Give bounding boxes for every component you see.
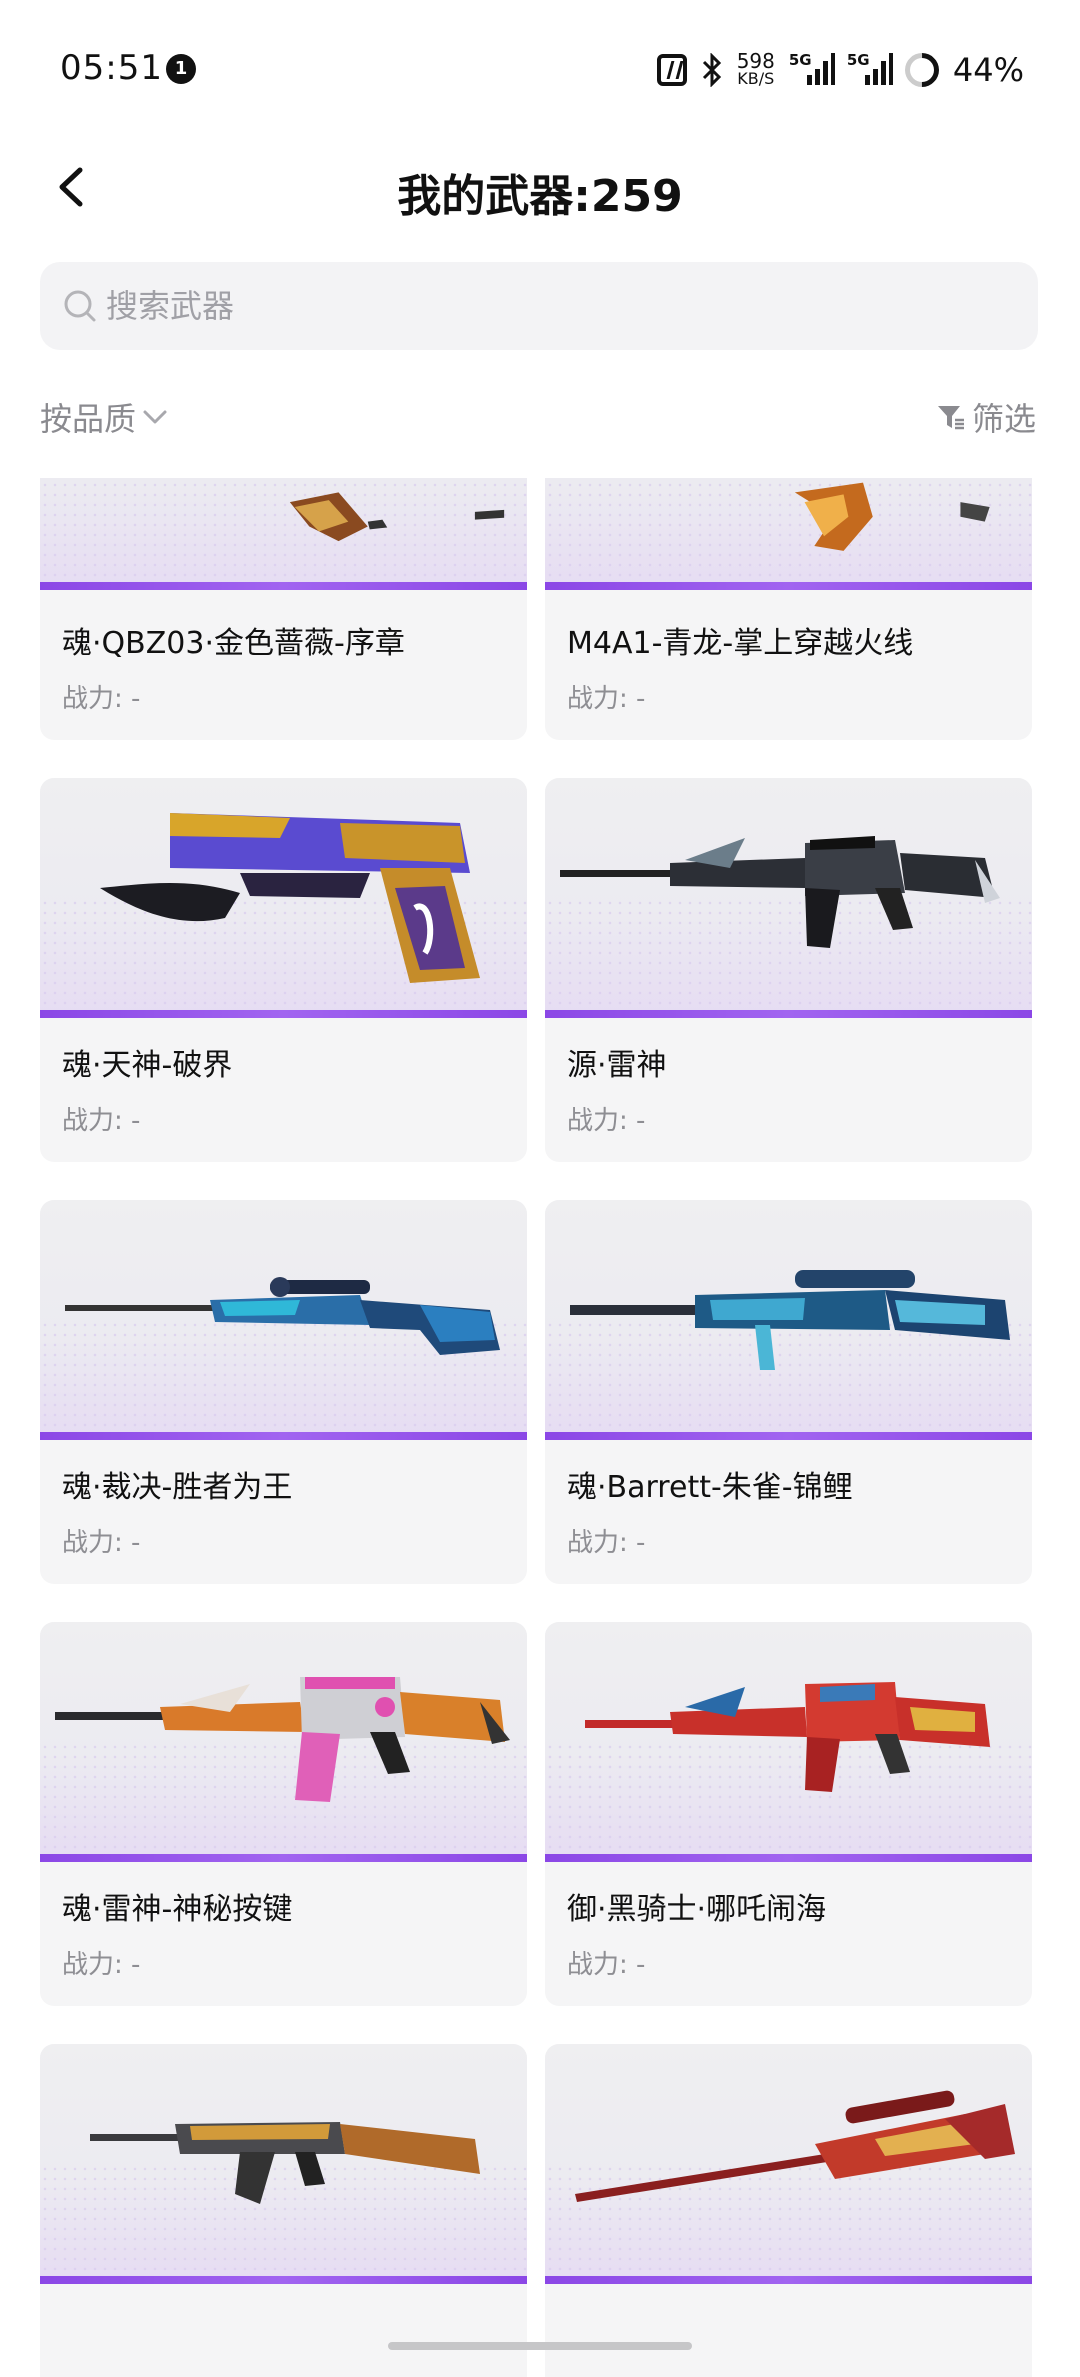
- weapon-name: 魂·裁决-胜者为王: [62, 1470, 293, 1505]
- sort-by-quality-dropdown[interactable]: 按品质: [40, 392, 168, 442]
- network-speed: 598 KB/S: [736, 49, 775, 88]
- weapon-image: [40, 2044, 527, 2284]
- search-icon: [64, 290, 96, 322]
- signal-icon: 5G: [788, 51, 835, 87]
- network-speed-unit: KB/S: [737, 69, 775, 88]
- weapon-name: 魂·QBZ03·金色蔷薇-序章: [62, 626, 405, 661]
- sort-label: 按品质: [40, 400, 137, 438]
- weapon-card[interactable]: 魂·Barrett-朱雀-锦鲤 战力: -: [545, 1200, 1032, 1584]
- search-bar[interactable]: [40, 262, 1038, 350]
- sniper-blue-icon: [65, 1277, 500, 1355]
- sniper-barrett-blue-icon: [570, 1270, 1010, 1370]
- weapon-image: [545, 478, 1032, 590]
- search-input[interactable]: [106, 262, 1006, 350]
- page-title: 我的武器:259: [397, 171, 683, 222]
- weapon-image: [40, 1622, 527, 1862]
- weapon-power: 战力: -: [62, 1106, 141, 1136]
- pistol-deagle-purple-gold-icon: [100, 813, 480, 983]
- weapon-name: 魂·天神-破界: [62, 1048, 233, 1083]
- rifle-azure-dragon-icon: [794, 482, 990, 551]
- weapon-card[interactable]: 源·雷神 战力: -: [545, 778, 1032, 1162]
- weapon-name: 源·雷神: [567, 1048, 667, 1083]
- status-bar: 05:51 1 598 KB/S 5G 5G 44%: [0, 0, 1080, 140]
- nfc-icon: [656, 54, 687, 86]
- weapon-power: 战力: -: [567, 1950, 646, 1980]
- weapon-name: 御·黑骑士·哪吒闹海: [567, 1892, 827, 1927]
- weapon-image: [545, 778, 1032, 1018]
- weapon-card[interactable]: 魂·QBZ03·金色蔷薇-序章 战力: -: [40, 478, 527, 740]
- chevron-down-icon: [143, 410, 167, 424]
- weapon-image: [545, 2044, 1032, 2284]
- filter-icon: [937, 406, 964, 430]
- weapon-power: 战力: -: [567, 1106, 646, 1136]
- home-indicator[interactable]: [388, 2342, 692, 2350]
- weapon-power: 战力: -: [567, 684, 646, 714]
- weapon-card[interactable]: [545, 2044, 1032, 2377]
- weapon-name: M4A1-青龙-掌上穿越火线: [567, 626, 914, 661]
- weapon-image: [40, 778, 527, 1018]
- weapon-power: 战力: -: [62, 684, 141, 714]
- battery-icon: [897, 45, 946, 95]
- weapon-image: [545, 1200, 1032, 1440]
- weapon-card[interactable]: 魂·天神-破界 战力: -: [40, 778, 527, 1162]
- rifle-m4-red-icon: [585, 1682, 990, 1792]
- network-speed-value: 598: [736, 49, 775, 73]
- weapon-card[interactable]: 魂·裁决-胜者为王 战力: -: [40, 1200, 527, 1584]
- signal-icon: 5G: [846, 51, 893, 87]
- filter-label: 筛选: [971, 400, 1036, 438]
- rifle-m4-thor-black-icon: [560, 836, 1000, 948]
- rifle-ak-gold-icon: [90, 2122, 480, 2204]
- weapon-image: [545, 1622, 1032, 1862]
- status-icons: 598 KB/S 5G 5G 44%: [656, 45, 1024, 95]
- weapon-card[interactable]: 魂·雷神-神秘按键 战力: -: [40, 1622, 527, 2006]
- signal-label: 5G: [788, 51, 812, 69]
- weapon-name: 魂·Barrett-朱雀-锦鲤: [567, 1470, 853, 1505]
- bluetooth-icon: [702, 53, 721, 87]
- signal-label: 5G: [846, 51, 870, 69]
- weapon-name: 魂·雷神-神秘按键: [62, 1892, 293, 1927]
- weapon-card[interactable]: [40, 2044, 527, 2377]
- rifle-gold-rose-icon: [289, 492, 505, 542]
- sniper-red-icon: [575, 2090, 1015, 2202]
- weapon-grid[interactable]: 魂·QBZ03·金色蔷薇-序章 战力: - M4A1-青龙-掌上穿越火线 战力:…: [0, 478, 1080, 2377]
- notification-badge: 1: [166, 54, 196, 84]
- weapon-power: 战力: -: [567, 1528, 646, 1558]
- status-time: 05:51: [60, 48, 163, 88]
- weapon-card[interactable]: M4A1-青龙-掌上穿越火线 战力: -: [545, 478, 1032, 740]
- weapon-power: 战力: -: [62, 1950, 141, 1980]
- weapon-image: [40, 1200, 527, 1440]
- weapon-card[interactable]: 御·黑骑士·哪吒闹海 战力: -: [545, 1622, 1032, 2006]
- filter-button[interactable]: 筛选: [936, 392, 1036, 442]
- weapon-image: [40, 478, 527, 590]
- battery-level: 44%: [952, 51, 1024, 89]
- weapon-power: 战力: -: [62, 1528, 141, 1558]
- rifle-m4-pink-orange-icon: [55, 1677, 510, 1802]
